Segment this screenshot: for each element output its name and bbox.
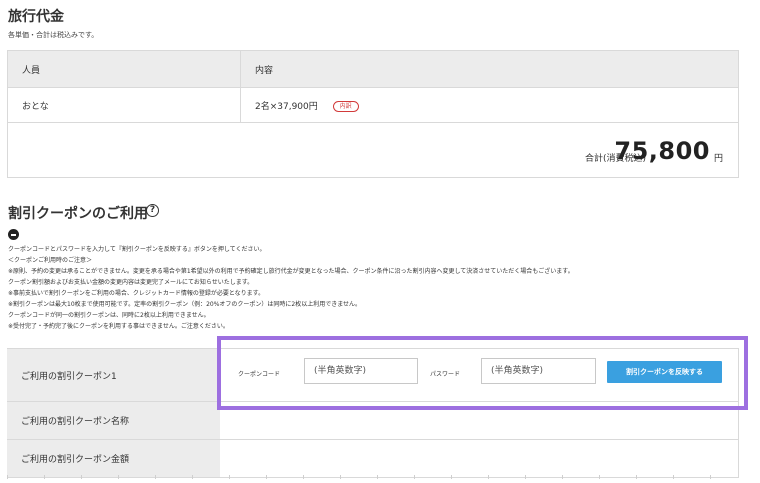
fare-table-header: 人員 内容 <box>7 50 739 88</box>
col-content-header: 内容 <box>240 50 739 88</box>
row-person-type: おとな <box>7 87 241 123</box>
fare-title: 旅行代金 <box>8 9 64 25</box>
note-line: ＜クーポンご利用時のご注意＞ <box>8 257 93 264</box>
question-circle-icon[interactable]: ? <box>146 204 159 217</box>
coupon-notes: クーポンコードとパスワードを入力して『割引クーポンを反映する』ボタンを押してくだ… <box>8 244 748 332</box>
coupon-row-label: ご利用の割引クーポン1 <box>7 348 220 402</box>
highlight-frame <box>217 336 748 410</box>
row-detail-cell: 2名×37,900円 内訳 <box>240 87 739 123</box>
note-line: クーポンコードが同一の割引クーポンは、同時に2枚以上利用できません。 <box>8 312 210 319</box>
total-unit: 円 <box>713 154 723 164</box>
coupon-title: 割引クーポンのご利用 <box>8 206 148 222</box>
coupon-amount-row: ご利用の割引クーポン金額 <box>7 439 739 478</box>
note-line: クーポンコードとパスワードを入力して『割引クーポンを反映する』ボタンを押してくだ… <box>8 246 266 253</box>
breakdown-badge[interactable]: 内訳 <box>332 100 359 112</box>
minus-circle-icon[interactable] <box>8 229 19 240</box>
bottom-divider <box>7 475 747 479</box>
coupon-amount-label: ご利用の割引クーポン金額 <box>7 439 220 478</box>
total-box: 合計(消費税込) 75,800 円 <box>7 122 739 178</box>
note-line: ※事前支払いで割引クーポンをご利用の場合、クレジットカード情報の登録が必要となり… <box>8 290 265 297</box>
row-detail: 2名×37,900円 <box>255 101 318 112</box>
table-row: おとな 2名×37,900円 内訳 <box>7 87 739 123</box>
note-line: クーポン割引額およびお支払い金額の変更内容は変更完了メールにてお知らせいたします… <box>8 279 254 286</box>
fare-table: 人員 内容 おとな 2名×37,900円 内訳 <box>7 50 739 123</box>
coupon-name-label: ご利用の割引クーポン名称 <box>7 401 220 440</box>
note-line: ※割引クーポンは最大10枚まで使用可能です。定率の割引クーポン（例：20%オフの… <box>8 301 362 308</box>
total-value: 75,800 <box>614 137 710 165</box>
note-line: ※原則、予約の変更は承ることができません。変更を承る場合や第1希望以外の利用で予… <box>8 268 574 275</box>
col-people-header: 人員 <box>7 50 241 88</box>
fare-tax-note: 各単価・合計は税込みです。 <box>8 31 99 39</box>
note-line: ※受付完了・予約完了後にクーポンを利用する事はできません。ご注意ください。 <box>8 323 229 330</box>
coupon-amount-value <box>220 439 739 478</box>
